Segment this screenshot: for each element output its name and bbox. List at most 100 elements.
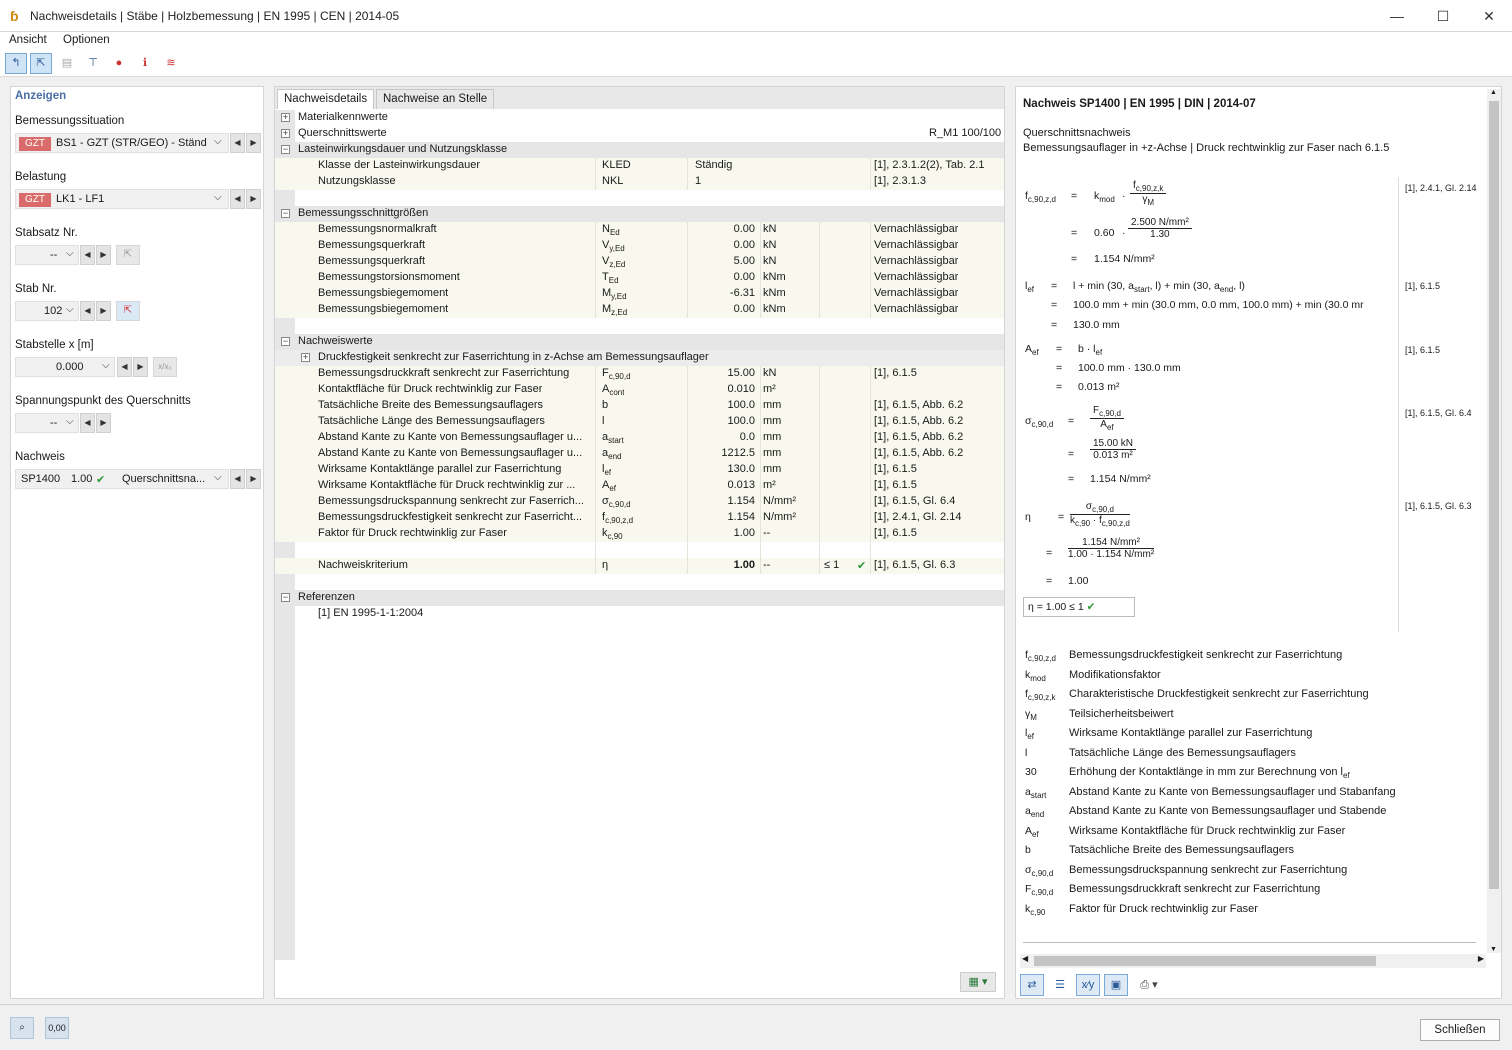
scroll-right-icon[interactable]: ▶ [1478, 954, 1484, 963]
group-label: Bemessungsschnittgrößen [298, 207, 429, 219]
scroll-up-icon[interactable]: ▲ [1490, 89, 1497, 96]
check-ok-icon: ✔ [96, 474, 106, 486]
next-arrow-icon[interactable]: ▶ [96, 301, 111, 321]
maximize-button[interactable]: ☐ [1420, 0, 1466, 32]
eq-fc-result: 1.154 N/mm² [1094, 253, 1155, 265]
export-excel-icon[interactable]: ▦ ▾ [960, 972, 996, 992]
column-separator [687, 158, 688, 190]
expand-icon[interactable]: + [281, 129, 290, 138]
group-section[interactable]: + Querschnittswerte R_M1 100/100 [275, 126, 1004, 142]
group-check-values[interactable]: − Nachweiswerte [275, 334, 1004, 350]
tab-check-details[interactable]: Nachweisdetails [277, 89, 375, 109]
legend-description: Faktor für Druck rechtwinklig zur Faser [1069, 902, 1258, 915]
diagram-icon[interactable]: ≋ [160, 53, 182, 74]
eq-equal: = [1056, 381, 1063, 393]
vertical-scrollbar[interactable]: ▲ ▼ [1487, 89, 1501, 953]
group-internal-forces[interactable]: − Bemessungsschnittgrößen [275, 206, 1004, 222]
group-references[interactable]: − Referenzen [275, 590, 1004, 606]
ruler-icon[interactable]: ▤ [56, 53, 78, 74]
scroll-left-icon[interactable]: ◀ [1022, 954, 1028, 963]
tab-checks-at-location[interactable]: Nachweise an Stelle [376, 89, 495, 109]
prev-arrow-icon[interactable]: ◀ [117, 357, 132, 377]
minimize-button[interactable]: — [1374, 0, 1420, 32]
member-select[interactable]: 102 ⌵ [15, 301, 79, 321]
row-symbol: aend [602, 447, 622, 462]
next-arrow-icon[interactable]: ▶ [133, 357, 148, 377]
table-row[interactable]: Bemessungsquerkraft Vz,Ed 5.00 kN Vernachläs… [275, 254, 1004, 270]
table-row[interactable]: Bemessungsbiegemoment My,Ed -6.31 kNm Vernac… [275, 286, 1004, 302]
select-member-icon[interactable]: ↰ [5, 53, 27, 74]
relative-location-button[interactable]: x/x₀ [153, 357, 177, 377]
group-material[interactable]: + Materialkennwerte [275, 110, 1004, 126]
prev-arrow-icon[interactable]: ◀ [80, 245, 95, 265]
table-row[interactable]: Nutzungsklasse NKL 1 [1], 2.3.1.3 [275, 174, 1004, 190]
prev-arrow-icon[interactable]: ◀ [230, 189, 245, 209]
table-row[interactable]: Tatsächliche Breite des Bemessungsauflag… [275, 398, 1004, 414]
prev-arrow-icon[interactable]: ◀ [230, 469, 245, 489]
table-row[interactable]: Abstand Kante zu Kante von Bemessungsauf… [275, 446, 1004, 462]
table-row[interactable]: Klasse der Lasteinwirkungsdauer KLED Ständ… [275, 158, 1004, 174]
menu-view[interactable]: Ansicht [9, 34, 47, 46]
reference-item: [1] EN 1995-1-1:2004 [318, 607, 424, 619]
member-icon[interactable]: ⊤ [82, 53, 104, 74]
table-row[interactable]: Wirksame Kontaktfläche für Druck rechtwi… [275, 478, 1004, 494]
next-arrow-icon[interactable]: ▶ [246, 133, 261, 153]
close-window-button[interactable]: ✕ [1466, 0, 1512, 32]
table-row[interactable]: Bemessungsnormalkraft NEd 0.00 kN Vernachläs… [275, 222, 1004, 238]
member-set-select[interactable]: -- ⌵ [15, 245, 79, 265]
table-row[interactable]: Abstand Kante zu Kante von Bemessungsauf… [275, 430, 1004, 446]
group-load-duration[interactable]: − Lasteinwirkungsdauer und Nutzungsklass… [275, 142, 1004, 158]
scroll-thumb[interactable] [1034, 956, 1376, 966]
stress-point-select[interactable]: -- ⌵ [15, 413, 79, 433]
next-arrow-icon[interactable]: ▶ [96, 413, 111, 433]
next-arrow-icon[interactable]: ▶ [246, 469, 261, 489]
select-members-icon[interactable]: ⇱ [30, 53, 52, 74]
menu-options[interactable]: Optionen [63, 34, 110, 46]
table-row[interactable]: Bemessungstorsionsmoment TEd 0.00 kNm Vernac… [275, 270, 1004, 286]
formula-icon[interactable]: x⁄y [1076, 974, 1100, 996]
scroll-down-icon[interactable]: ▼ [1490, 946, 1497, 953]
next-arrow-icon[interactable]: ▶ [96, 245, 111, 265]
close-button[interactable]: Schließen [1420, 1019, 1500, 1041]
eta-result-box: η = 1.00 ≤ 1 ✔ [1023, 597, 1135, 617]
color-scale-icon[interactable]: ● [108, 53, 130, 74]
scroll-thumb[interactable] [1489, 101, 1499, 889]
list-icon[interactable]: ☰ [1048, 974, 1072, 996]
report-icon[interactable]: ▣ [1104, 974, 1128, 996]
switch-view-icon[interactable]: ⇄ [1020, 974, 1044, 996]
horizontal-scrollbar[interactable]: ◀ ▶ [1020, 954, 1486, 968]
loading-select[interactable]: GZT LK1 - LF1 ⌵ [15, 189, 229, 209]
pick-member-icon[interactable]: ⇱ [116, 301, 140, 321]
expand-icon[interactable]: + [281, 113, 290, 122]
location-select[interactable]: 0.000 ⌵ [15, 357, 115, 377]
table-row[interactable]: Bemessungsdruckfestigkeit senkrecht zur … [275, 510, 1004, 526]
prev-arrow-icon[interactable]: ◀ [80, 301, 95, 321]
criterion-row[interactable]: Nachweiskriterium η 1.00 -- ≤ 1 ✔ [1], 6… [275, 558, 1004, 574]
eq-aef-l3: 0.013 m² [1078, 381, 1120, 393]
units-icon[interactable]: 0,00 [45, 1017, 69, 1039]
collapse-icon[interactable]: − [281, 337, 290, 346]
table-row[interactable]: Bemessungsdruckkraft senkrecht zur Faser… [275, 366, 1004, 382]
design-situation-select[interactable]: GZT BS1 - GZT (STR/GEO) - Ständ... ⌵ [15, 133, 229, 153]
subgroup-check[interactable]: + Druckfestigkeit senkrecht zur Faserric… [275, 350, 1004, 366]
expand-icon[interactable]: + [301, 353, 310, 362]
table-row[interactable]: Faktor für Druck rechtwinklig zur Faser k… [275, 526, 1004, 542]
collapse-icon[interactable]: − [281, 593, 290, 602]
table-row[interactable]: Wirksame Kontaktlänge parallel zur Faser… [275, 462, 1004, 478]
collapse-icon[interactable]: − [281, 209, 290, 218]
print-icon[interactable]: ⎙ ▾ [1132, 974, 1166, 996]
prev-arrow-icon[interactable]: ◀ [230, 133, 245, 153]
check-select[interactable]: SP1400 1.00 ✔ Querschnittsna... ⌵ [15, 469, 229, 489]
row-name: Tatsächliche Breite des Bemessungsauflag… [318, 399, 544, 411]
table-row[interactable]: Bemessungsbiegemoment Mz,Ed 0.00 kNm Vernach… [275, 302, 1004, 318]
next-arrow-icon[interactable]: ▶ [246, 189, 261, 209]
prev-arrow-icon[interactable]: ◀ [80, 413, 95, 433]
table-row[interactable]: Kontaktfläche für Druck rechtwinklig zur… [275, 382, 1004, 398]
table-row[interactable]: Bemessungsquerkraft Vy,Ed 0.00 kN Vernachläs… [275, 238, 1004, 254]
search-icon[interactable]: ⌕ [10, 1017, 34, 1039]
table-row[interactable]: Tatsächliche Länge des Bemessungsauflage… [275, 414, 1004, 430]
collapse-icon[interactable]: − [281, 145, 290, 154]
table-row[interactable]: Bemessungsdruckspannung senkrecht zur Fa… [275, 494, 1004, 510]
pick-member-set-icon[interactable]: ⇱ [116, 245, 140, 265]
info-icon[interactable]: ℹ [134, 53, 156, 74]
